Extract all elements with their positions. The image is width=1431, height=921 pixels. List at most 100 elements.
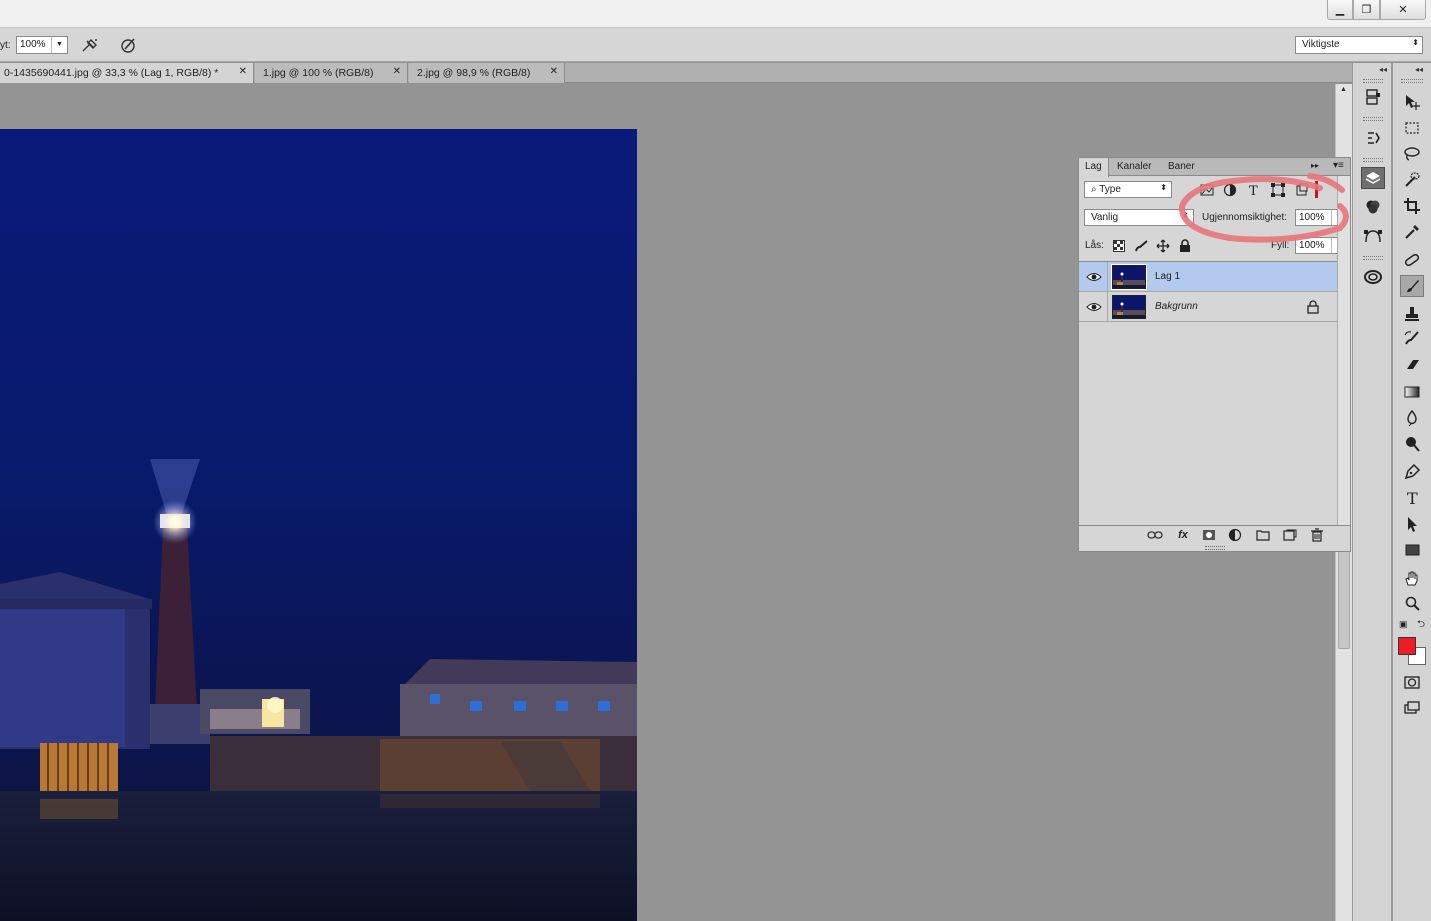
panel-resize-grip[interactable] bbox=[1205, 546, 1225, 550]
document-tab[interactable]: 2.jpg @ 98,9 % (RGB/8) ✕ bbox=[409, 63, 565, 83]
layer-row[interactable]: Lag 1 bbox=[1079, 262, 1337, 292]
dock-grip[interactable] bbox=[1363, 256, 1383, 260]
swap-colors-icon[interactable]: ⮌ bbox=[1417, 617, 1425, 634]
blur-tool-icon[interactable] bbox=[1400, 407, 1424, 429]
visibility-eye-icon[interactable] bbox=[1086, 300, 1102, 314]
workspace-dropdown-icon: ⬍ bbox=[1412, 38, 1419, 47]
adjustment-icon[interactable] bbox=[1227, 528, 1243, 542]
dock-grip[interactable] bbox=[1363, 158, 1383, 162]
layer-list: Lag 1 Bakgrunn bbox=[1079, 261, 1337, 523]
lasso-tool-icon[interactable] bbox=[1400, 143, 1424, 165]
workspace-select[interactable]: Viktigste ⬍ bbox=[1295, 36, 1423, 54]
blend-mode-select[interactable]: Vanlig ⬍ bbox=[1084, 209, 1194, 226]
new-layer-icon[interactable] bbox=[1282, 528, 1298, 542]
filter-dropdown-icon: ⬍ bbox=[1160, 183, 1167, 192]
document-tab[interactable]: 0-1435690441.jpg @ 33,3 % (Lag 1, RGB/8)… bbox=[0, 63, 254, 83]
flow-label: yt: bbox=[0, 40, 11, 51]
type-tool-icon[interactable]: T bbox=[1400, 487, 1424, 509]
lock-transparent-icon[interactable] bbox=[1111, 238, 1127, 254]
scrollbar-thumb[interactable] bbox=[1338, 549, 1350, 649]
clone-stamp-tool-icon[interactable] bbox=[1400, 303, 1424, 325]
minimize-button[interactable]: ▁ bbox=[1327, 0, 1353, 20]
tab-close-icon[interactable]: ✕ bbox=[393, 66, 401, 77]
tools-collapse-icon[interactable]: ◂◂ bbox=[1415, 65, 1423, 74]
search-icon: ⌕ bbox=[1091, 184, 1100, 195]
tab-close-icon[interactable]: ✕ bbox=[550, 66, 558, 77]
tools-grip[interactable] bbox=[1401, 79, 1423, 83]
layers-icon[interactable] bbox=[1361, 167, 1385, 189]
history-brush-tool-icon[interactable] bbox=[1400, 327, 1424, 349]
pressure-size-icon[interactable] bbox=[119, 36, 139, 54]
filter-shape-icon[interactable] bbox=[1269, 182, 1287, 198]
tab-paths[interactable]: Baner bbox=[1162, 158, 1201, 176]
marquee-tool-icon[interactable] bbox=[1400, 117, 1424, 139]
crop-tool-icon[interactable] bbox=[1400, 195, 1424, 217]
restore-button[interactable]: ❐ bbox=[1353, 0, 1380, 20]
eraser-tool-icon[interactable] bbox=[1400, 353, 1424, 375]
layer-thumbnail[interactable] bbox=[1111, 264, 1147, 290]
channels-icon[interactable] bbox=[1361, 196, 1385, 218]
title-bar: ▁ ❐ ✕ bbox=[0, 0, 1431, 28]
scroll-up-icon[interactable]: ▲ bbox=[1340, 86, 1347, 93]
flow-input[interactable]: 100% ▼ bbox=[16, 36, 68, 54]
svg-text:T: T bbox=[1407, 489, 1418, 507]
creative-cloud-icon[interactable] bbox=[1361, 266, 1385, 288]
layer-name[interactable]: Bakgrunn bbox=[1155, 301, 1198, 312]
layer-row[interactable]: Bakgrunn bbox=[1079, 292, 1337, 322]
move-tool-icon[interactable] bbox=[1400, 91, 1424, 113]
hand-tool-icon[interactable] bbox=[1400, 567, 1424, 589]
filter-type-icon[interactable]: T bbox=[1245, 182, 1263, 198]
trash-icon[interactable] bbox=[1309, 528, 1325, 542]
quick-select-tool-icon[interactable] bbox=[1400, 169, 1424, 191]
filter-toggle[interactable] bbox=[1315, 181, 1318, 198]
link-icon[interactable] bbox=[1147, 528, 1163, 542]
foreground-color-swatch[interactable] bbox=[1398, 637, 1416, 655]
tab-channels[interactable]: Kanaler bbox=[1111, 158, 1157, 176]
document-canvas[interactable] bbox=[0, 129, 637, 921]
document-tab[interactable]: 1.jpg @ 100 % (RGB/8) ✕ bbox=[255, 63, 408, 83]
filter-pixel-icon[interactable] bbox=[1198, 182, 1216, 198]
gradient-tool-icon[interactable] bbox=[1400, 381, 1424, 403]
dock-grip[interactable] bbox=[1363, 79, 1383, 83]
quick-mask-icon[interactable] bbox=[1400, 671, 1424, 693]
visibility-eye-icon[interactable] bbox=[1086, 270, 1102, 284]
panel-collapse-icon[interactable]: ▸▸ bbox=[1311, 161, 1319, 170]
dodge-tool-icon[interactable] bbox=[1400, 433, 1424, 455]
opacity-label: Ugjennomsiktighet: bbox=[1202, 212, 1288, 223]
document-tab-bar: 0-1435690441.jpg @ 33,3 % (Lag 1, RGB/8)… bbox=[0, 63, 1352, 83]
dock-collapse-icon[interactable]: ◂◂ bbox=[1379, 65, 1387, 74]
layer-thumbnail[interactable] bbox=[1112, 295, 1146, 319]
layer-name[interactable]: Lag 1 bbox=[1155, 271, 1180, 282]
mask-icon[interactable] bbox=[1201, 528, 1217, 542]
tab-layers[interactable]: Lag bbox=[1079, 158, 1109, 177]
lock-position-icon[interactable] bbox=[1155, 238, 1171, 254]
dock-grip[interactable] bbox=[1363, 117, 1383, 121]
healing-brush-tool-icon[interactable] bbox=[1400, 249, 1424, 271]
layer-filter-select[interactable]: ⌕ Type ⬍ bbox=[1084, 181, 1172, 198]
lock-all-icon[interactable] bbox=[1177, 238, 1193, 254]
flow-dropdown-icon[interactable]: ▼ bbox=[51, 37, 67, 53]
screen-mode-icon[interactable] bbox=[1400, 697, 1424, 719]
paths-icon[interactable] bbox=[1361, 225, 1385, 247]
folder-icon[interactable] bbox=[1255, 528, 1271, 542]
panel-menu-icon[interactable]: ▾≡ bbox=[1333, 160, 1344, 171]
pen-tool-icon[interactable] bbox=[1400, 461, 1424, 483]
path-select-tool-icon[interactable] bbox=[1400, 513, 1424, 535]
layers-scrollbar[interactable] bbox=[1337, 176, 1350, 526]
row-divider bbox=[1107, 292, 1108, 322]
tab-close-icon[interactable]: ✕ bbox=[239, 66, 247, 77]
eyedropper-tool-icon[interactable] bbox=[1400, 221, 1424, 243]
brush-tool-icon[interactable] bbox=[1400, 275, 1424, 297]
default-colors-icon[interactable]: ▣ bbox=[1399, 619, 1408, 630]
rectangle-tool-icon[interactable] bbox=[1400, 539, 1424, 561]
close-button[interactable]: ✕ bbox=[1380, 0, 1426, 20]
filter-smart-object-icon[interactable] bbox=[1293, 182, 1311, 198]
lock-pixels-icon[interactable] bbox=[1133, 238, 1149, 254]
zoom-tool-icon[interactable] bbox=[1400, 593, 1424, 615]
actions-icon[interactable] bbox=[1361, 127, 1385, 149]
history-icon[interactable] bbox=[1361, 86, 1385, 108]
flow-value: 100% bbox=[20, 39, 46, 50]
fx-icon[interactable]: fx bbox=[1175, 528, 1191, 542]
airbrush-icon[interactable] bbox=[80, 36, 100, 54]
filter-adjustment-icon[interactable] bbox=[1221, 182, 1239, 198]
